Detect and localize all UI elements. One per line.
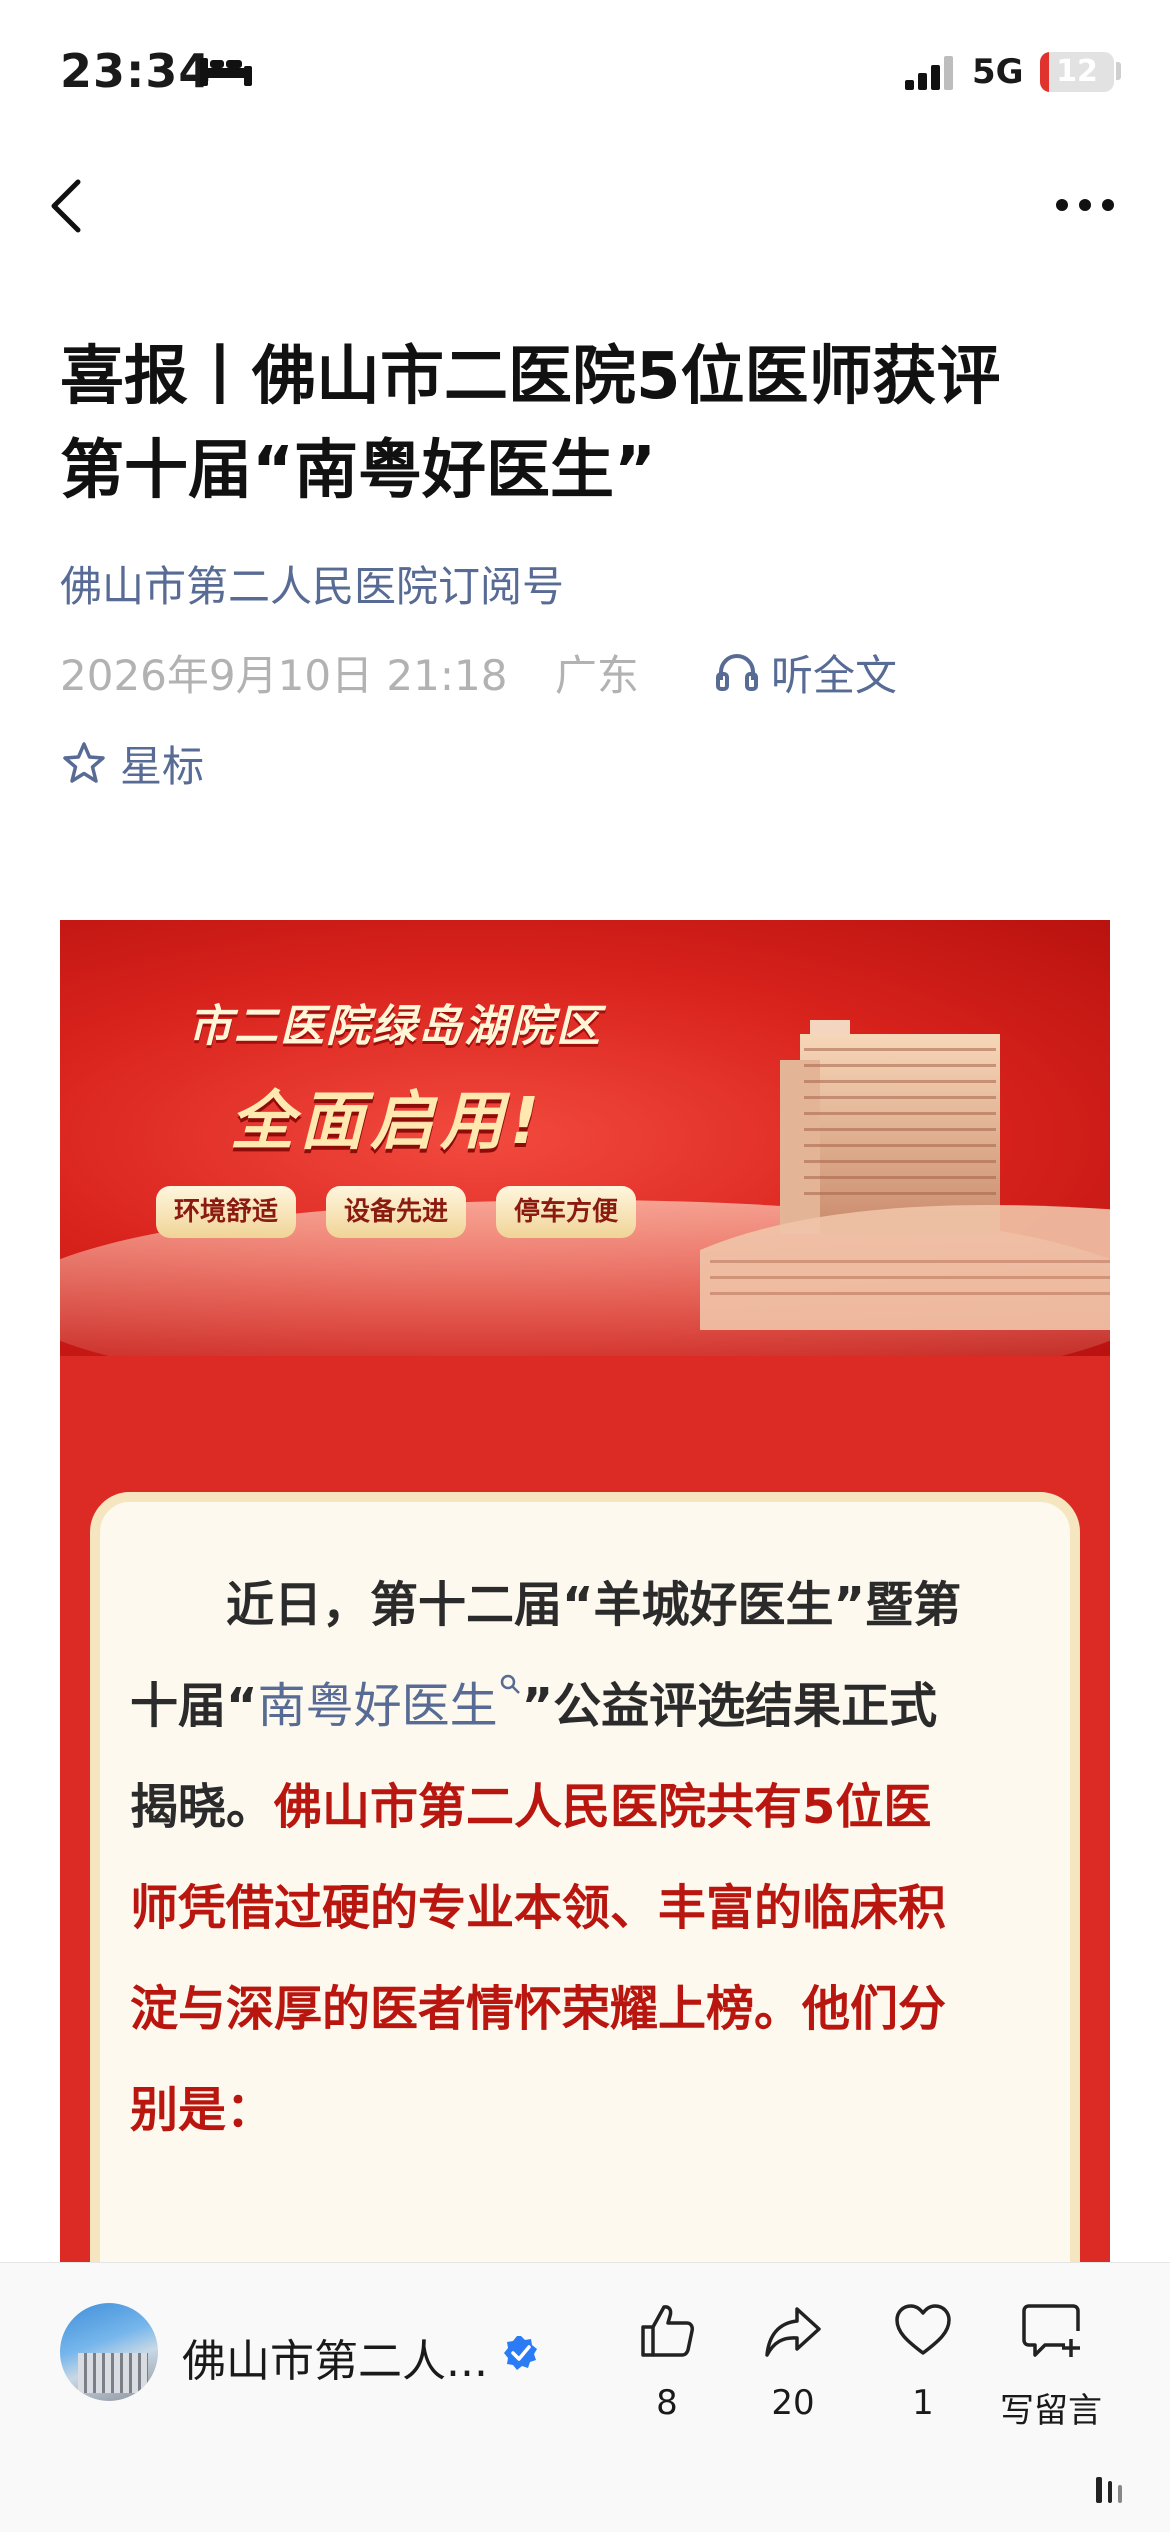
campus-banner-image[interactable]: 市二医院绿岛湖院区 全面启用! 环境舒适 设备先进 停车方便 (60, 920, 1110, 1356)
banner-tag: 环境舒适 (156, 1186, 297, 1238)
avatar-building (78, 2353, 148, 2393)
status-bar: 23:34 5G 12 (0, 0, 1170, 150)
meta-row: 2026年9月10日 21:18 广东 (60, 642, 639, 703)
share-count: 20 (771, 2383, 815, 2423)
banner-subheadline: 全面启用! (230, 1085, 546, 1159)
banner-tag: 停车方便 (496, 1186, 637, 1238)
title-line-1: 喜报丨佛山市二医院5位医师获评 (60, 340, 1001, 414)
author-name[interactable]: 佛山市第二人... (182, 2325, 488, 2389)
thumbs-up-icon (641, 2305, 694, 2357)
body-line: 淀与深厚的医者情怀荣耀上榜。他们分 (130, 1981, 947, 2037)
more-dots-icon (1056, 199, 1114, 211)
bed-icon (200, 58, 252, 86)
share-button[interactable]: 20 (738, 2293, 848, 2443)
battery-level: 12 (1056, 54, 1098, 89)
hospital-building-illustration (700, 1020, 1110, 1330)
comment-button[interactable]: 写留言 (996, 2293, 1106, 2443)
battery-icon: 12 (1040, 52, 1114, 92)
headphones-icon (716, 654, 758, 691)
article-title: 喜报丨佛山市二医院5位医师获评 第十届“南粤好医生” (60, 330, 1120, 518)
body-line: 师凭借过硬的专业本领、丰富的临床积 (130, 1880, 947, 1936)
status-time: 23:34 (60, 44, 212, 98)
body-line: 近日，第十二届“羊城好医生”暨第 (226, 1577, 962, 1633)
favorite-button[interactable]: 1 (868, 2293, 978, 2443)
like-count: 8 (656, 2383, 678, 2423)
star-icon (63, 742, 105, 783)
publish-date: 2026年9月10日 21:18 (60, 651, 508, 700)
body-line: 十届“南粤好医生 ”公益评选结果正式 (130, 1656, 1050, 1757)
avatar[interactable] (60, 2303, 158, 2401)
body-line: 揭晓。佛山市第二人民医院共有5位医 (130, 1779, 932, 1835)
signal-icon (905, 56, 953, 90)
comment-label: 写留言 (1000, 2391, 1102, 2431)
listen-label: 听全文 (771, 651, 898, 700)
share-arrow-icon (765, 2307, 821, 2357)
star-label: 星标 (120, 742, 205, 791)
battery-tip (1116, 62, 1121, 80)
verified-badge-icon (504, 2336, 537, 2370)
keyword-search-link[interactable]: 南粤好医生 (258, 1678, 498, 1734)
body-line: 别是： (130, 2082, 275, 2138)
publish-location: 广东 (554, 651, 639, 700)
back-button[interactable] (40, 170, 100, 240)
more-button[interactable] (1050, 180, 1120, 230)
comment-plus-icon (1022, 2304, 1080, 2357)
scroll-indicator-icon (1096, 2477, 1122, 2503)
favorite-count: 1 (912, 2383, 934, 2423)
chevron-left-icon (51, 179, 81, 233)
banner-headline: 市二医院绿岛湖院区 (188, 1001, 602, 1052)
heart-icon (895, 2304, 951, 2355)
account-name-link[interactable]: 佛山市第二人民医院订阅号 (60, 553, 564, 614)
title-line-2: 第十届“南粤好医生” (60, 434, 657, 508)
banner-tag: 设备先进 (326, 1186, 467, 1238)
article-body-text: 近日，第十二届“羊城好医生”暨第 十届“南粤好医生 ”公益评选结果正式 揭晓。佛山… (130, 1555, 1050, 2161)
search-icon (500, 1674, 520, 1694)
like-button[interactable]: 8 (612, 2293, 722, 2443)
network-label: 5G (972, 52, 1024, 92)
bottom-toolbar: 佛山市第二人... 8 20 1 写留言 (0, 2262, 1170, 2532)
